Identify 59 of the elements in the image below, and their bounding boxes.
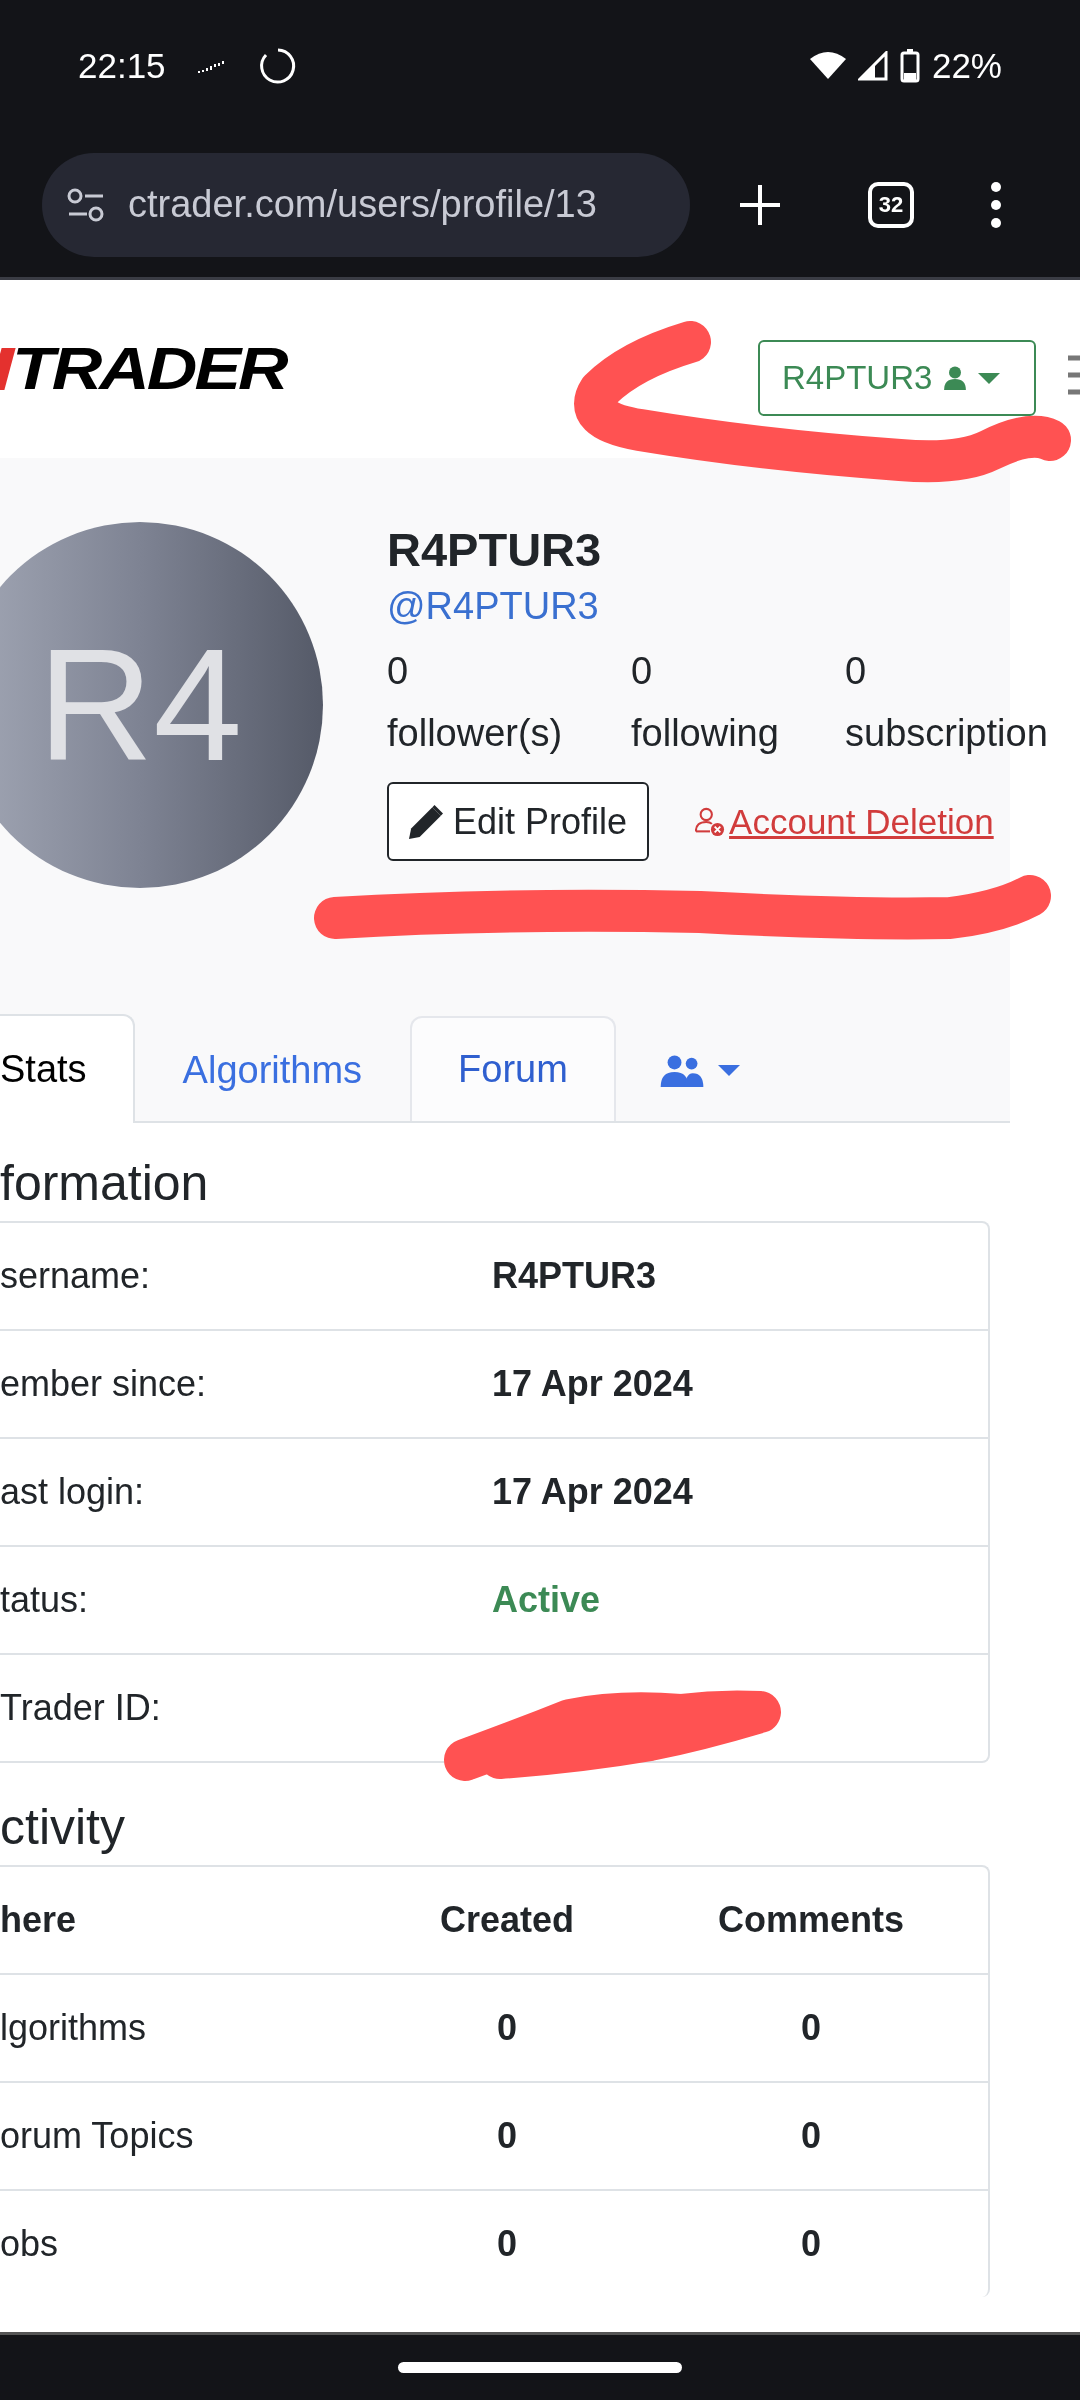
table-cell-text: lgorithms: [0, 2007, 148, 2049]
avatar: R4: [0, 522, 323, 888]
caret-icon: [978, 372, 1001, 384]
stat-label: subscription: [845, 711, 1048, 756]
stat-label: following: [631, 711, 780, 756]
profile-name: R4PTUR3: [387, 522, 603, 578]
home-handle[interactable]: [398, 2362, 682, 2373]
person-icon: [944, 366, 967, 390]
profile-handle[interactable]: @R4PTUR3: [387, 580, 1048, 632]
user-remove-icon: [695, 806, 726, 837]
status-value: Active: [492, 1579, 602, 1621]
column-header: Comments: [717, 1899, 905, 1941]
plus-icon[interactable]: [738, 182, 782, 227]
table-cell-text: 0: [800, 2223, 822, 2265]
battery-icon: [899, 49, 920, 83]
section-heading: formation: [0, 1154, 210, 1213]
field-label: ast login:: [0, 1471, 146, 1513]
address-bar[interactable]: ctrader.com/users/profile/13: [42, 152, 690, 257]
field-value: R4PTUR3: [492, 1255, 658, 1297]
battery-level: 22%: [931, 46, 1002, 86]
site-settings-icon[interactable]: [66, 186, 106, 223]
stat-label: follower(s): [387, 711, 564, 756]
field-label: sername:: [0, 1255, 152, 1297]
wifi-icon: [809, 51, 846, 81]
section-heading: ctivity: [0, 1798, 126, 1857]
table-cell-text: obs: [0, 2223, 60, 2265]
field-label: Trader ID:: [0, 1687, 162, 1729]
field-value: 17 Apr 2024: [492, 1471, 694, 1513]
column-header: here: [0, 1899, 78, 1941]
site-logo[interactable]: TRADER: [12, 335, 286, 403]
tab[interactable]: Forum: [410, 1016, 616, 1121]
table-cell-text: 0: [496, 2007, 518, 2049]
pencil-icon: [409, 804, 443, 839]
field-label: tatus:: [0, 1579, 90, 1621]
edit-profile-button[interactable]: Edit Profile: [387, 782, 650, 861]
more-menu-icon[interactable]: [990, 180, 1002, 229]
account-deletion-link[interactable]: Account Deletion: [695, 801, 994, 842]
table-cell-text: 0: [496, 2223, 518, 2265]
user-menu-button[interactable]: R4PTUR3: [758, 340, 1036, 416]
caret-icon: [717, 1065, 740, 1076]
clock-time: 22:15: [78, 46, 166, 86]
stat-count: 0: [845, 649, 868, 694]
tab-count-button[interactable]: 32: [868, 181, 914, 228]
people-icon: [659, 1054, 704, 1087]
url-text: ctrader.com/users/profile/13: [128, 183, 597, 226]
menu-icon[interactable]: [1068, 355, 1080, 395]
stat-count: 0: [631, 649, 654, 694]
table-cell-text: 0: [496, 2115, 518, 2157]
table-cell-text: 0: [800, 2115, 822, 2157]
table-cell-text: orum Topics: [0, 2115, 195, 2157]
column-header: Created: [438, 1899, 576, 1941]
table-cell-text: 0: [800, 2007, 822, 2049]
signal-icon: [857, 51, 888, 81]
field-label: ember since:: [0, 1363, 208, 1405]
tab[interactable]: Algorithms: [134, 1016, 411, 1123]
tab[interactable]: Stats: [0, 1014, 135, 1123]
field-value: 17 Apr 2024: [492, 1363, 694, 1405]
stat-count: 0: [387, 649, 410, 694]
loading-icon: [257, 46, 298, 86]
